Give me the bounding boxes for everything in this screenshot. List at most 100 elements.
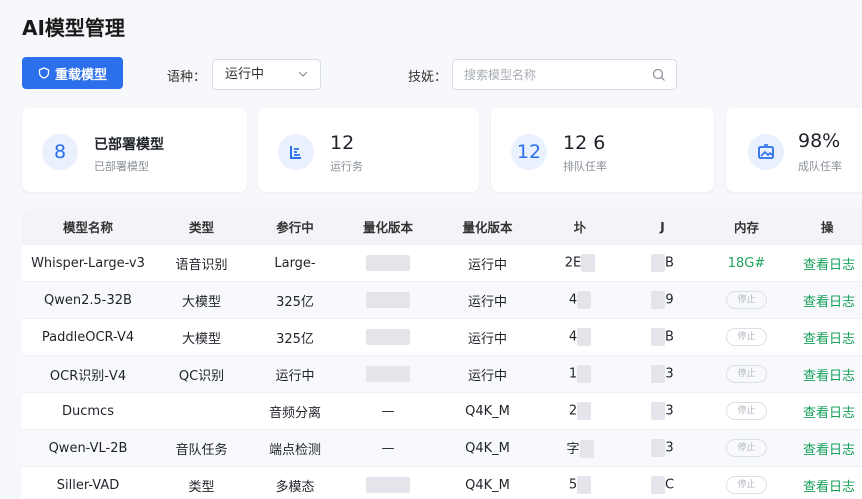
redacted-cell [577, 365, 591, 383]
reload-model-label: 重载模型 [55, 64, 107, 83]
redacted-cell [580, 440, 594, 458]
search-icon[interactable] [652, 68, 666, 82]
col6-value: 2E [565, 256, 582, 271]
col7-value: 9 [665, 293, 673, 308]
table-row: OCR识别-V4QC识别运行中运行中13停止查看日志 [22, 356, 862, 393]
models-table: 模型名称 类型 参行中 量化版本 量化版本 圤 J 内存 操 Whisper-L… [22, 209, 862, 499]
table-header-row: 模型名称 类型 参行中 量化版本 量化版本 圤 J 内存 操 [22, 209, 862, 245]
model-status: 运行中 [468, 369, 507, 384]
column-header: J [620, 209, 705, 245]
stat-card-deployed: 8 已部署模型 已部署模型 [22, 108, 247, 192]
col7-value: B [665, 330, 674, 345]
redacted-cell [366, 366, 410, 382]
view-log-link[interactable]: 查看日志 [803, 406, 855, 421]
col6-value: 4 [569, 330, 577, 345]
stat-card-queue: 12 12 6 排队任率 [491, 108, 714, 192]
redacted-cell [651, 402, 665, 420]
model-name: Whisper-Large-v3 [31, 256, 145, 271]
column-header: 内存 [705, 209, 788, 245]
model-name: Qwen-VL-2B [49, 441, 128, 456]
shield-icon [38, 67, 50, 79]
model-type: 类型 [188, 480, 214, 495]
redacted-cell [366, 477, 410, 493]
redacted-cell [651, 254, 665, 272]
model-status: Q4K_M [465, 441, 510, 456]
model-type: 大模型 [182, 332, 221, 347]
column-header: 类型 [154, 209, 249, 245]
model-quant: — [382, 441, 395, 456]
stat-value: 12 6 [563, 132, 605, 154]
search-input[interactable] [453, 60, 644, 89]
model-name: Qwen2.5-32B [44, 293, 132, 308]
language-filter-label: 语种： [167, 66, 206, 85]
redacted-cell [577, 328, 591, 346]
view-log-link[interactable]: 查看日志 [803, 332, 855, 347]
model-quant: — [382, 404, 395, 419]
col7-value: B [665, 256, 674, 271]
stat-card-running: 12 运行务 [258, 108, 479, 192]
redacted-cell [577, 291, 591, 309]
view-log-link[interactable]: 查看日志 [803, 258, 855, 273]
stat-badge [748, 134, 784, 170]
model-type: 音队任务 [175, 443, 227, 458]
stat-label: 成队任率 [798, 158, 842, 174]
stat-label: 已部署模型 [94, 158, 149, 174]
deploy-icon [287, 143, 305, 161]
view-log-link[interactable]: 查看日志 [803, 480, 855, 495]
stopped-badge: 停止 [726, 439, 766, 457]
col7-value: 3 [665, 367, 673, 382]
col7-value: 3 [665, 404, 673, 419]
stopped-badge: 停止 [726, 476, 766, 494]
column-header: 参行中 [249, 209, 341, 245]
model-type: QC识别 [179, 369, 224, 384]
table-row: Siller-VAD类型多模态Q4K_M5C停止查看日志 [22, 467, 862, 499]
column-header: 模型名称 [22, 209, 154, 245]
stat-label: 运行务 [330, 158, 363, 174]
redacted-cell [651, 328, 665, 346]
redacted-cell [366, 255, 410, 271]
redacted-cell [651, 476, 665, 494]
model-name: OCR识别-V4 [50, 369, 126, 384]
col6-value: 1 [569, 367, 577, 382]
model-param: 325亿 [276, 295, 314, 310]
col7-value: 3 [665, 441, 673, 456]
stat-label: 排队任率 [563, 158, 607, 174]
table-row: Whisper-Large-v3语音识别Large-运行中2EB18G#查看日志 [22, 245, 862, 282]
model-param: 多模态 [275, 480, 314, 495]
model-status: 运行中 [468, 258, 507, 273]
table-row: Qwen-VL-2B 音队任务 端点检测 — Q4K_M 字 3 停止 查看日志 [22, 430, 862, 467]
redacted-cell [651, 291, 665, 309]
col6-value: 字 [566, 442, 579, 457]
view-log-link[interactable]: 查看日志 [803, 443, 855, 458]
table-row: Qwen2.5-32B大模型325亿运行中49停止查看日志 [22, 282, 862, 319]
stopped-badge: 停止 [726, 402, 766, 420]
column-header: 量化版本 [341, 209, 435, 245]
col7-value: C [665, 478, 674, 493]
model-type: 语音识别 [175, 258, 227, 273]
stat-badge [278, 134, 314, 170]
col6-value: 4 [569, 293, 577, 308]
model-status: Q4K_M [465, 478, 510, 493]
model-param: 运行中 [275, 369, 314, 384]
view-log-link[interactable]: 查看日志 [803, 369, 855, 384]
reload-model-button[interactable]: 重载模型 [22, 57, 123, 89]
language-select-value: 运行中 [225, 67, 264, 82]
redacted-cell [577, 402, 591, 420]
view-log-link[interactable]: 查看日志 [803, 295, 855, 310]
page-title: AI模型管理 [22, 12, 125, 41]
model-status: Q4K_M [465, 404, 510, 419]
model-type: 大模型 [182, 295, 221, 310]
column-header: 量化版本 [435, 209, 540, 245]
stopped-badge: 停止 [726, 291, 766, 309]
redacted-cell [651, 365, 665, 383]
column-header: 操 [788, 209, 862, 245]
language-select[interactable]: 运行中 [212, 59, 321, 90]
redacted-cell [581, 254, 595, 272]
stat-value: 12 [330, 132, 354, 154]
model-param: 端点检测 [269, 443, 321, 458]
model-param: 音频分离 [269, 406, 321, 421]
model-name: PaddleOCR-V4 [42, 330, 134, 345]
stat-card-success: 98% 成队任率 [726, 108, 862, 192]
col6-value: 2 [569, 404, 577, 419]
redacted-cell [651, 439, 665, 457]
